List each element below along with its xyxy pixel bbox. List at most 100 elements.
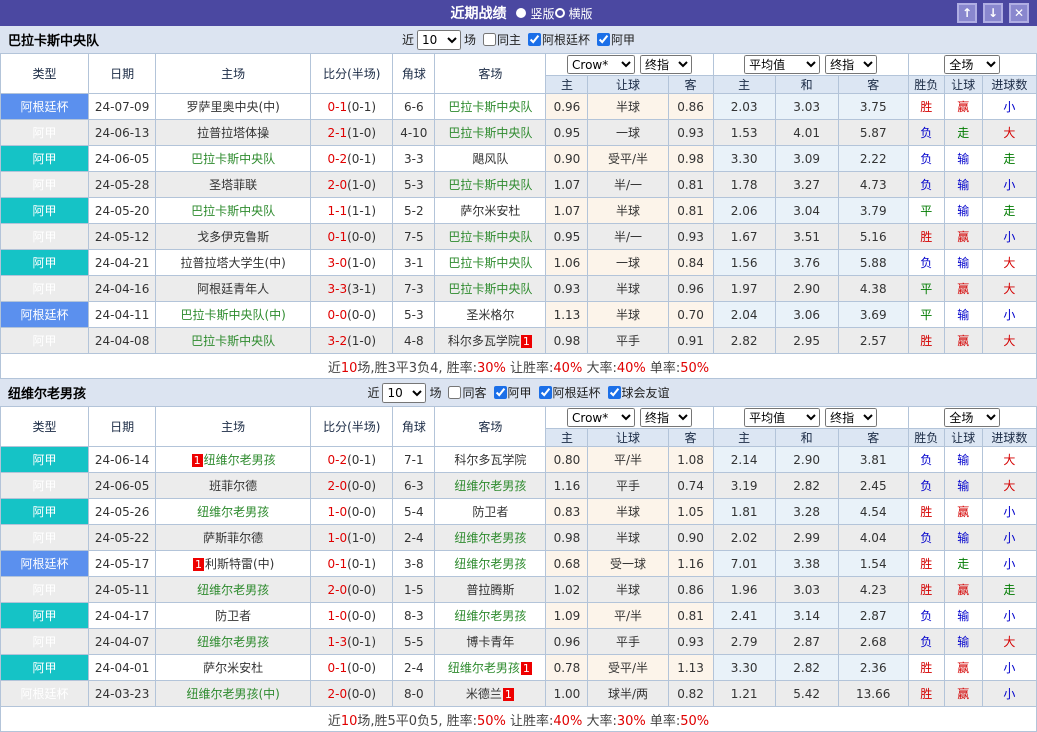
score-cell: 0-1(0-1)	[310, 93, 394, 120]
match-count-select[interactable]: 10	[416, 29, 461, 50]
competition-label: 阿根廷杯	[542, 33, 591, 47]
competition-checkbox[interactable]	[493, 386, 507, 399]
result-handicap: 走	[943, 550, 983, 577]
away-team-name: 博卡青年	[466, 635, 515, 649]
match-date: 24-04-08	[88, 327, 157, 354]
sub-column-header: 客	[667, 75, 714, 94]
competition-checkbox[interactable]	[538, 386, 552, 399]
home-team-cell: 纽维尔老男孩(中)	[155, 680, 312, 707]
bookmaker-select[interactable]: Crow*	[567, 55, 636, 74]
asia-stage-select[interactable]: 终指	[640, 55, 693, 74]
competition-filter-2[interactable]: 球会友谊	[604, 384, 670, 401]
match-date: 24-06-05	[88, 472, 157, 499]
asia-home-odds: 1.06	[545, 249, 589, 276]
competition-checkbox[interactable]	[597, 33, 611, 46]
page-title: 近期战绩	[450, 6, 507, 22]
result-winloss: 胜	[907, 327, 945, 354]
home-team-cell: 巴拉卡斯中央队	[155, 327, 312, 354]
away-team-cell: 纽维尔老男孩	[434, 602, 547, 629]
euro-home-odds: 1.21	[712, 680, 776, 707]
halftime-score: (0-1)	[347, 452, 377, 467]
view-option-0[interactable]: 竖版	[516, 5, 555, 22]
same-side-checkbox[interactable]	[482, 33, 496, 46]
move-down-button[interactable]: ↓	[983, 3, 1003, 23]
match-date: 24-06-05	[88, 145, 157, 172]
bookmaker-select[interactable]: Crow*	[567, 408, 636, 427]
fulltime-score: 0-1	[327, 660, 348, 675]
euro-odds-selectors: 平均值 终指	[712, 53, 909, 76]
asia-handicap: 平手	[587, 628, 669, 655]
radio-icon[interactable]	[516, 8, 527, 18]
result-winloss: 平	[907, 197, 945, 224]
same-side-filter[interactable]: 同客	[444, 384, 487, 401]
home-team-cell: 纽维尔老男孩	[155, 498, 312, 525]
view-option-1[interactable]: 横版	[554, 5, 593, 22]
sub-column-header: 主	[712, 428, 776, 447]
euro-home-odds: 2.03	[712, 93, 776, 120]
summary-segment: 近	[327, 360, 341, 376]
score-cell: 0-1(0-1)	[310, 550, 394, 577]
summary-segment: 大率:	[582, 360, 617, 376]
fulltime-score: 3-2	[327, 333, 348, 348]
asia-handicap: 一球	[587, 249, 669, 276]
move-up-button[interactable]: ↑	[957, 3, 977, 23]
competition-filter-0[interactable]: 阿甲	[490, 384, 532, 401]
same-side-checkbox[interactable]	[448, 386, 462, 399]
match-count-select[interactable]: 10	[382, 382, 427, 403]
match-date: 24-05-17	[88, 550, 157, 577]
away-team-name: 巴拉卡斯中央队	[448, 282, 533, 296]
fulltime-score: 1-1	[327, 203, 348, 218]
asia-home-odds: 0.96	[545, 93, 589, 120]
euro-draw-odds: 2.90	[774, 446, 839, 473]
competition-filter-1[interactable]: 阿根廷杯	[535, 384, 601, 401]
fulltime-score: 2-0	[327, 582, 348, 597]
same-side-label: 同主	[496, 33, 521, 47]
sub-column-header: 客	[837, 428, 909, 447]
home-team-name: 纽维尔老男孩	[197, 583, 270, 597]
corners-cell: 7-1	[392, 446, 436, 473]
competition-badge: 阿甲	[0, 628, 90, 655]
home-team-cell: 纽维尔老男孩	[155, 628, 312, 655]
fulltime-score: 0-2	[327, 151, 348, 166]
away-team-name: 纽维尔老男孩	[454, 531, 527, 545]
corners-cell: 3-1	[392, 249, 436, 276]
competition-label: 球会友谊	[621, 386, 670, 400]
asia-stage-select[interactable]: 终指	[640, 408, 693, 427]
result-winloss: 负	[907, 145, 945, 172]
euro-stage-select[interactable]: 终指	[825, 408, 878, 427]
asia-away-odds: 0.86	[667, 576, 714, 603]
corners-cell: 5-3	[392, 301, 436, 328]
sub-column-header: 让球	[587, 428, 669, 447]
match-row: 阿甲 24-04-17 防卫者 1-0(0-0) 8-3 纽维尔老男孩 1.09 平/半 0.8…	[0, 602, 1037, 629]
fulltime-score: 0-1	[327, 99, 348, 114]
summary-segment: 让胜率:	[505, 360, 554, 376]
same-side-filter[interactable]: 同主	[479, 31, 521, 48]
close-icon[interactable]: ✕	[1009, 3, 1029, 23]
euro-home-odds: 2.82	[712, 327, 776, 354]
asia-handicap: 半/一	[587, 223, 669, 250]
asia-home-odds: 1.00	[545, 680, 589, 707]
near-label: 近	[367, 386, 380, 400]
asia-away-odds: 0.82	[667, 680, 714, 707]
asia-handicap: 半球	[587, 498, 669, 525]
scope-select[interactable]: 全场	[944, 55, 1001, 74]
asia-home-odds: 0.95	[545, 223, 589, 250]
competition-checkbox[interactable]	[528, 33, 541, 46]
result-goals: 走	[981, 197, 1037, 224]
result-handicap: 输	[943, 472, 983, 499]
asia-away-odds: 0.91	[667, 327, 714, 354]
result-winloss: 负	[907, 472, 945, 499]
competition-filter-1[interactable]: 阿甲	[593, 31, 635, 48]
euro-avg-select[interactable]: 平均值	[744, 408, 821, 427]
score-cell: 0-2(0-1)	[310, 446, 394, 473]
scope-select[interactable]: 全场	[944, 408, 1001, 427]
euro-stage-select[interactable]: 终指	[825, 55, 878, 74]
away-team-cell: 巴拉卡斯中央队	[434, 119, 547, 146]
away-team-cell: 纽维尔老男孩	[434, 472, 547, 499]
competition-filter-0[interactable]: 阿根廷杯	[524, 31, 590, 48]
euro-avg-select[interactable]: 平均值	[744, 55, 821, 74]
result-winloss: 负	[907, 524, 945, 551]
away-team-cell: 圣米格尔	[434, 301, 547, 328]
competition-checkbox[interactable]	[607, 386, 621, 399]
radio-icon[interactable]	[554, 8, 565, 18]
